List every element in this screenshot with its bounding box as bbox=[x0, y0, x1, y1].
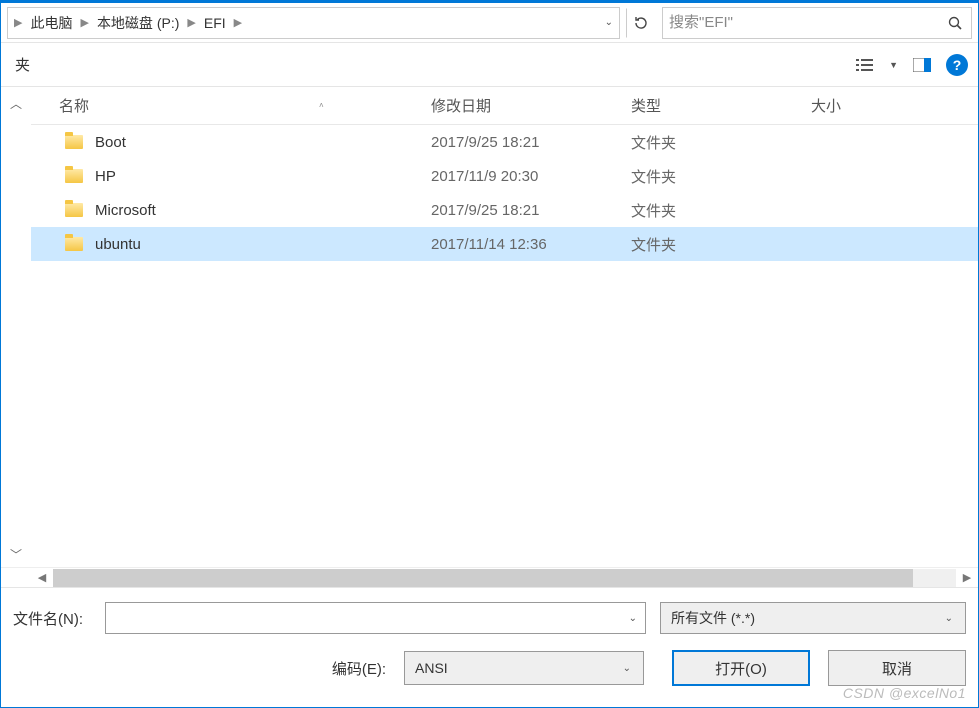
chevron-right-icon[interactable]: ▶ bbox=[12, 16, 24, 29]
toolbar: 夹 ▼ ? bbox=[1, 43, 978, 87]
column-size[interactable]: 大小 bbox=[811, 95, 978, 116]
chevron-right-icon[interactable]: ▶ bbox=[232, 16, 244, 29]
scroll-right-icon[interactable]: ▶ bbox=[956, 571, 978, 584]
filter-label: 所有文件 (*.*) bbox=[671, 608, 755, 628]
encoding-value: ANSI bbox=[415, 660, 448, 676]
item-date: 2017/11/9 20:30 bbox=[431, 168, 631, 185]
chevron-right-icon[interactable]: ▶ bbox=[78, 16, 90, 29]
breadcrumb-item[interactable]: 此电脑 bbox=[24, 13, 78, 33]
item-type: 文件夹 bbox=[631, 166, 811, 187]
list-item[interactable]: Boot 2017/9/25 18:21 文件夹 bbox=[31, 125, 978, 159]
folder-icon bbox=[65, 203, 83, 217]
view-details-button[interactable] bbox=[851, 51, 879, 79]
watermark: CSDN @excelNo1 bbox=[843, 685, 966, 701]
encoding-select[interactable]: ANSI ⌄ bbox=[404, 651, 644, 685]
refresh-button[interactable] bbox=[626, 8, 656, 38]
encoding-label: 编码(E): bbox=[332, 658, 386, 679]
file-list: 名称 ˄ 修改日期 类型 大小 Boot 2017/9/25 18:21 文件夹… bbox=[31, 87, 978, 567]
toolbar-left-label: 夹 bbox=[11, 54, 30, 75]
scrollbar-thumb[interactable] bbox=[53, 569, 913, 587]
breadcrumb-item[interactable]: 本地磁盘 (P:) bbox=[91, 13, 185, 33]
nav-pane-edge: ︿ ﹀ bbox=[1, 87, 31, 567]
horizontal-scrollbar[interactable]: ◀ ▶ bbox=[1, 567, 978, 587]
column-headers: 名称 ˄ 修改日期 类型 大小 bbox=[31, 87, 978, 125]
breadcrumb[interactable]: ▶ 此电脑 ▶ 本地磁盘 (P:) ▶ EFI ▶ ⌄ bbox=[7, 7, 620, 39]
list-item[interactable]: ubuntu 2017/11/14 12:36 文件夹 bbox=[31, 227, 978, 261]
chevron-down-icon: ⌄ bbox=[943, 613, 955, 624]
item-type: 文件夹 bbox=[631, 132, 811, 153]
item-type: 文件夹 bbox=[631, 200, 811, 221]
refresh-icon bbox=[633, 15, 649, 31]
item-name: HP bbox=[95, 168, 116, 185]
dialog-footer: 文件名(N): ⌄ 所有文件 (*.*) ⌄ 编码(E): ANSI ⌄ 打开(… bbox=[1, 587, 978, 696]
main-area: ︿ ﹀ 名称 ˄ 修改日期 类型 大小 Boot 2017/9/25 18:21… bbox=[1, 87, 978, 567]
item-name: ubuntu bbox=[95, 236, 141, 253]
item-type: 文件夹 bbox=[631, 234, 811, 255]
open-button[interactable]: 打开(O) bbox=[672, 650, 810, 686]
filename-combobox[interactable]: ⌄ bbox=[105, 602, 646, 634]
question-icon: ? bbox=[953, 57, 962, 73]
chevron-right-icon[interactable]: ▶ bbox=[185, 16, 197, 29]
chevron-down-icon[interactable]: ▼ bbox=[889, 60, 898, 70]
breadcrumb-item[interactable]: EFI bbox=[198, 15, 232, 31]
chevron-down-icon: ⌄ bbox=[621, 663, 633, 674]
column-type[interactable]: 类型 bbox=[631, 95, 811, 116]
item-name: Microsoft bbox=[95, 202, 156, 219]
scrollbar-track[interactable] bbox=[53, 569, 956, 587]
scroll-left-icon[interactable]: ◀ bbox=[31, 571, 53, 584]
file-type-filter[interactable]: 所有文件 (*.*) ⌄ bbox=[660, 602, 966, 634]
search-box[interactable] bbox=[662, 7, 972, 39]
search-icon[interactable] bbox=[947, 15, 963, 31]
item-name: Boot bbox=[95, 134, 126, 151]
filename-input[interactable] bbox=[112, 610, 627, 627]
chevron-down-icon[interactable]: ⌄ bbox=[603, 17, 615, 28]
pane-icon bbox=[913, 58, 931, 72]
column-name-label: 名称 bbox=[59, 95, 89, 116]
item-date: 2017/11/14 12:36 bbox=[431, 236, 631, 253]
preview-pane-button[interactable] bbox=[908, 51, 936, 79]
list-item[interactable]: HP 2017/11/9 20:30 文件夹 bbox=[31, 159, 978, 193]
sort-indicator-icon: ˄ bbox=[319, 101, 324, 110]
address-bar: ▶ 此电脑 ▶ 本地磁盘 (P:) ▶ EFI ▶ ⌄ bbox=[1, 3, 978, 43]
folder-icon bbox=[65, 237, 83, 251]
folder-icon bbox=[65, 169, 83, 183]
chevron-up-icon[interactable]: ︿ bbox=[6, 91, 26, 116]
chevron-down-icon[interactable]: ⌄ bbox=[627, 613, 639, 624]
chevron-down-icon[interactable]: ﹀ bbox=[6, 542, 26, 567]
column-date[interactable]: 修改日期 bbox=[431, 95, 631, 116]
column-name[interactable]: 名称 ˄ bbox=[31, 95, 431, 116]
cancel-button[interactable]: 取消 bbox=[828, 650, 966, 686]
help-button[interactable]: ? bbox=[946, 54, 968, 76]
filename-label: 文件名(N): bbox=[13, 608, 105, 629]
list-icon bbox=[856, 58, 874, 72]
list-item[interactable]: Microsoft 2017/9/25 18:21 文件夹 bbox=[31, 193, 978, 227]
item-date: 2017/9/25 18:21 bbox=[431, 202, 631, 219]
item-date: 2017/9/25 18:21 bbox=[431, 134, 631, 151]
search-input[interactable] bbox=[669, 14, 965, 31]
folder-icon bbox=[65, 135, 83, 149]
